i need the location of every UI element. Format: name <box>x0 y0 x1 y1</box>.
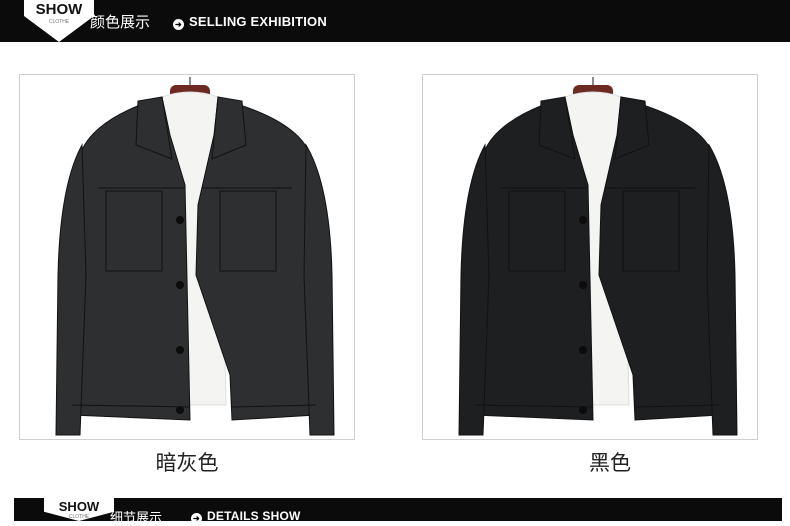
coat-button <box>579 281 587 289</box>
left-sleeve <box>55 143 87 436</box>
show-badge: SHOW CLOTHE <box>44 498 114 521</box>
selling-exhibition-header: SHOW CLOTHE 颜色展示 ➜ SELLING EXHIBITION <box>0 0 790 42</box>
arrow-circle-icon: ➜ <box>173 19 184 30</box>
product-image-black <box>422 74 758 440</box>
badge-sub-text: CLOTHE <box>48 19 70 25</box>
arrow-circle-icon: ➜ <box>191 513 202 524</box>
show-badge: SHOW CLOTHE <box>24 0 94 42</box>
header-title-en: SELLING EXHIBITION <box>189 14 327 29</box>
badge-main-text: SHOW <box>35 1 83 18</box>
color-label-black: 黑色 <box>589 451 631 475</box>
coat-button <box>176 216 184 224</box>
jacket-icon <box>458 77 738 436</box>
badge-main-text: SHOW <box>58 499 100 514</box>
color-label-dark-gray: 暗灰色 <box>155 451 219 475</box>
left-sleeve <box>458 143 490 436</box>
coat-left-panel <box>69 96 191 421</box>
details-title-en-wrap: ➜ DETAILS SHOW <box>191 509 301 524</box>
coat-left-panel <box>472 96 594 421</box>
coat-button <box>579 346 587 354</box>
details-title-zh: 细节展示 <box>110 511 163 526</box>
coat-button <box>579 216 587 224</box>
header-title-en-wrap: ➜ SELLING EXHIBITION <box>173 14 327 30</box>
badge-sub-text: CLOTHE <box>68 514 90 520</box>
header-title-zh: 颜色展示 <box>90 13 151 31</box>
right-sleeve <box>303 143 335 436</box>
product-image-dark-gray <box>19 74 355 440</box>
right-sleeve <box>706 143 738 436</box>
jacket-icon <box>55 77 335 436</box>
coat-button <box>176 346 184 354</box>
details-show-header: SHOW CLOTHE 细节展示 ➜ DETAILS SHOW <box>14 498 782 526</box>
coat-button <box>176 281 184 289</box>
